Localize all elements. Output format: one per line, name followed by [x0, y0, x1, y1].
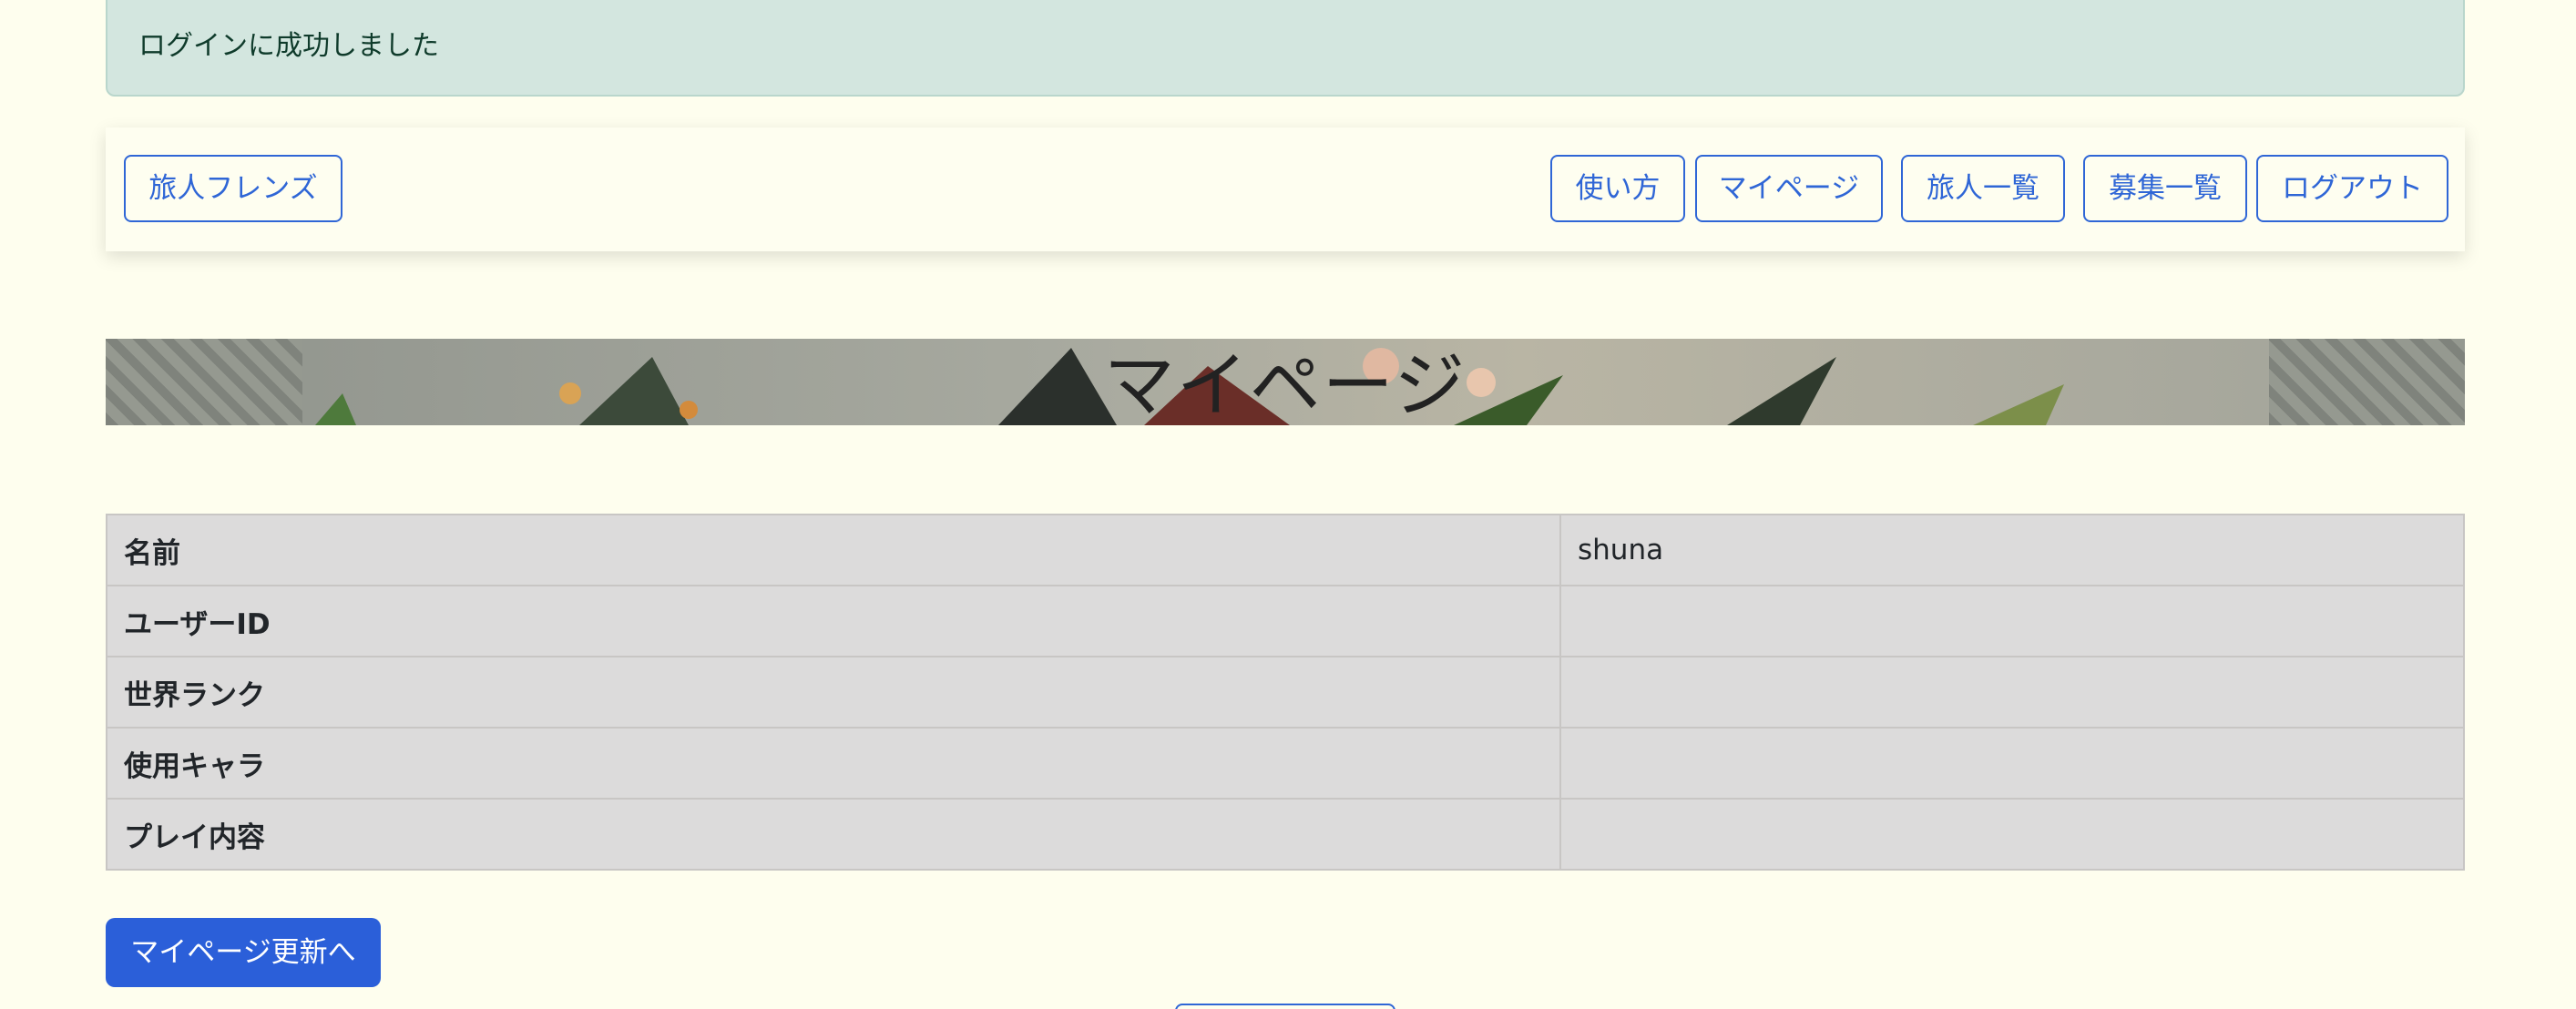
row-label: 使用キャラ [106, 727, 1561, 800]
table-row: 世界ランク [106, 656, 2465, 729]
row-value [1559, 727, 2465, 800]
row-label: ユーザーID [106, 585, 1561, 657]
row-value [1559, 798, 2465, 871]
navbar: 旅人フレンズ 使い方 マイページ 旅人一覧 募集一覧 ログアウト [106, 127, 2465, 251]
page-title: マイページ [1103, 345, 1467, 425]
nav-recruitments-button[interactable]: 募集一覧 [2083, 155, 2247, 222]
row-label: 世界ランク [106, 656, 1561, 729]
row-label: 名前 [106, 514, 1561, 586]
hero-banner: マイページ [106, 339, 2465, 425]
table-row: 名前 shuna [106, 514, 2465, 586]
login-success-alert: ログインに成功しました [106, 0, 2465, 97]
row-label: プレイ内容 [106, 798, 1561, 871]
profile-table: 名前 shuna ユーザーID 世界ランク 使用キャラ プレイ内容 [106, 514, 2465, 871]
nav-mypage-button[interactable]: マイページ [1695, 155, 1883, 222]
update-mypage-button[interactable]: マイページ更新へ [106, 918, 381, 987]
alert-message: ログインに成功しました [138, 30, 439, 62]
table-row: プレイ内容 [106, 798, 2465, 871]
table-row: ユーザーID [106, 585, 2465, 657]
nav-usage-button[interactable]: 使い方 [1550, 155, 1685, 222]
nav-logout-button[interactable]: ログアウト [2256, 155, 2448, 222]
row-value: shuna [1559, 514, 2465, 586]
brand-button[interactable]: 旅人フレンズ [124, 155, 342, 222]
page: ログインに成功しました 旅人フレンズ 使い方 マイページ 旅人一覧 募集一覧 ロ… [0, 0, 2576, 1009]
nav-travelers-button[interactable]: 旅人一覧 [1901, 155, 2065, 222]
row-value [1559, 585, 2465, 657]
table-row: 使用キャラ [106, 727, 2465, 800]
partial-outline-button[interactable] [1175, 1004, 1395, 1009]
row-value [1559, 656, 2465, 729]
